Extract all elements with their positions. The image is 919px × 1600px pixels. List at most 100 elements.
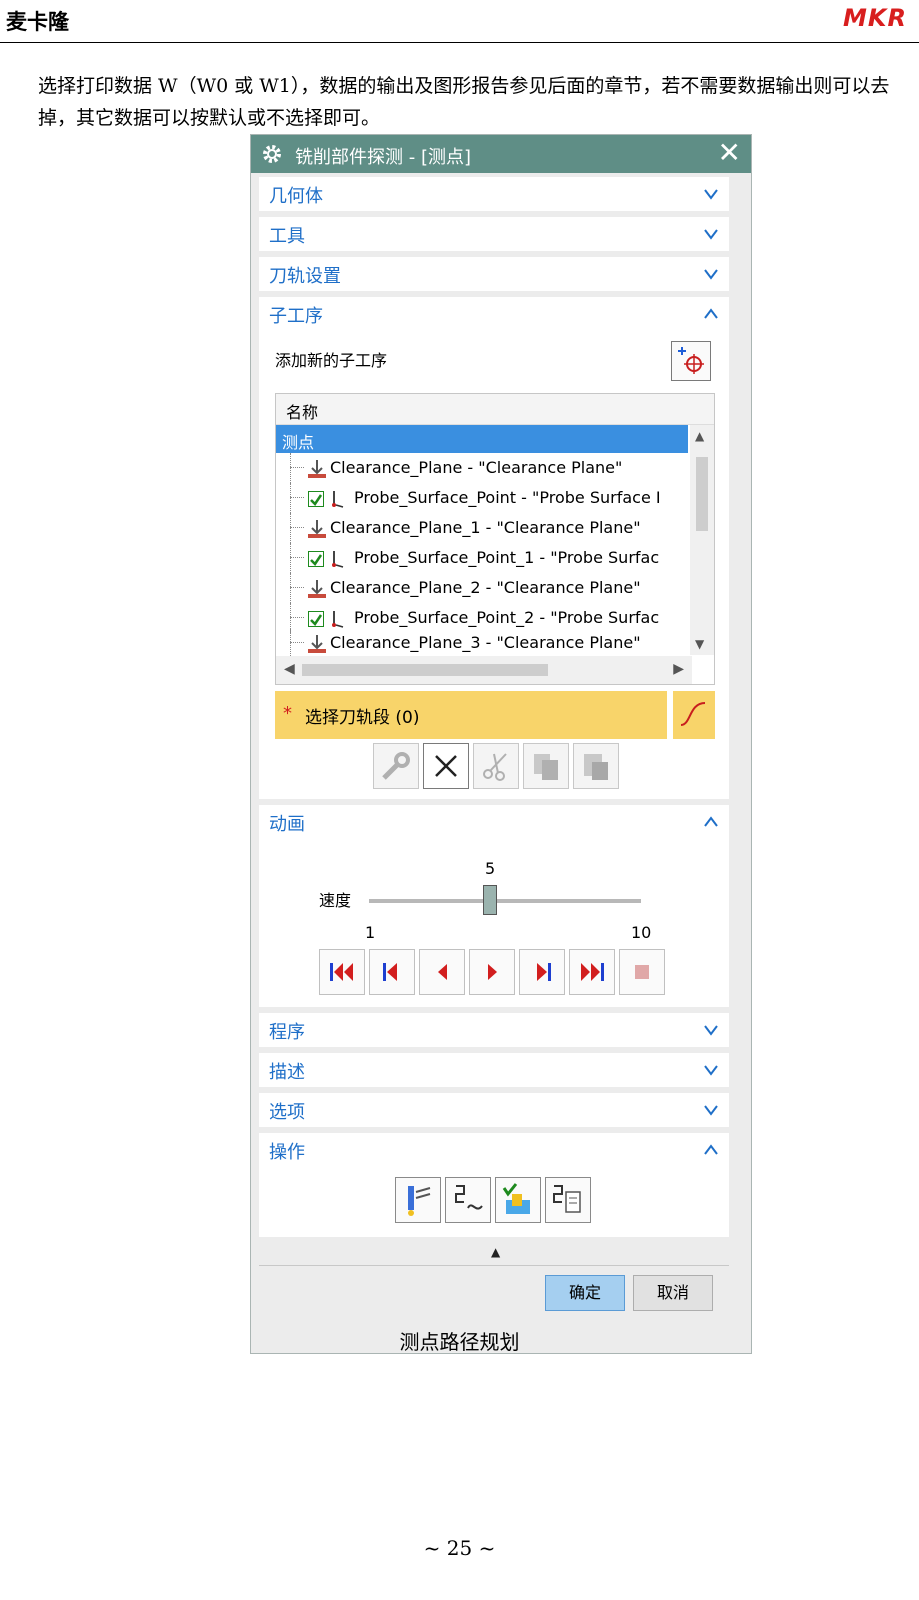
header-title: 麦卡隆 <box>6 9 69 34</box>
tree-root-item[interactable]: 测点 <box>276 425 688 453</box>
tree-row[interactable]: Clearance_Plane - "Clearance Plane" <box>276 453 688 483</box>
paste-button[interactable] <box>573 743 619 789</box>
speed-slider-track[interactable] <box>369 899 641 903</box>
required-marker: * <box>283 703 292 724</box>
scroll-right-icon[interactable]: ▶ <box>673 661 684 677</box>
chevron-down-icon <box>704 269 718 280</box>
scroll-down-icon[interactable]: ▼ <box>695 637 704 651</box>
tree-row[interactable]: Clearance_Plane_3 - "Clearance Plane" <box>276 628 688 658</box>
tree-row[interactable]: Probe_Surface_Point_1 - "Probe Surfac <box>276 543 688 573</box>
section-actions: 操作 <box>259 1133 729 1237</box>
section-label: 选项 <box>269 1102 305 1123</box>
checkbox-icon[interactable] <box>308 551 324 567</box>
cancel-button[interactable]: 取消 <box>633 1275 713 1311</box>
chevron-down-icon <box>704 189 718 200</box>
section-header[interactable]: 动画 <box>259 805 729 839</box>
play-icon <box>488 964 497 980</box>
cut-button[interactable] <box>473 743 519 789</box>
add-suboperation-icon <box>678 347 704 374</box>
section-path-settings[interactable]: 刀轨设置 <box>259 257 729 291</box>
intro-paragraph: 选择打印数据 W（W0 或 W1），数据的输出及图形报告参见后面的章节，若不需要… <box>38 75 890 129</box>
section-label: 描述 <box>269 1062 305 1083</box>
chevron-up-icon <box>704 816 718 827</box>
scroll-up-icon[interactable]: ▲ <box>695 429 704 443</box>
scroll-left-icon[interactable]: ◀ <box>284 661 295 677</box>
clearance-plane-icon <box>308 580 326 598</box>
expand-toggle-icon[interactable]: ▲ <box>491 1245 500 1259</box>
horizontal-scrollbar[interactable]: ◀ ▶ <box>276 656 692 684</box>
speed-slider-thumb[interactable] <box>483 885 497 915</box>
next-step-icon <box>537 963 551 981</box>
checkbox-icon[interactable] <box>308 491 324 507</box>
list-icon <box>553 1185 581 1213</box>
chevron-up-icon <box>704 308 718 319</box>
delete-icon <box>435 755 457 777</box>
copy-button[interactable] <box>523 743 569 789</box>
probe-icon <box>332 491 344 508</box>
section-label: 几何体 <box>269 186 323 207</box>
chevron-down-icon <box>704 229 718 240</box>
prev-step-icon <box>383 963 397 981</box>
reverse-icon <box>438 964 447 980</box>
add-suboperation-label: 添加新的子工序 <box>275 351 388 370</box>
reverse-button[interactable] <box>419 949 465 995</box>
checkbox-icon[interactable] <box>308 611 324 627</box>
chevron-down-icon <box>704 1065 718 1076</box>
play-button[interactable] <box>469 949 515 995</box>
section-description[interactable]: 描述 <box>259 1053 729 1087</box>
section-label: 程序 <box>269 1022 305 1043</box>
wrench-icon <box>382 752 410 780</box>
select-path-segment[interactable]: * 选择刀轨段 (0) <box>275 691 667 739</box>
vertical-scrollbar[interactable]: ▲ ▼ <box>690 425 714 655</box>
section-label: 动画 <box>269 814 305 835</box>
dialog-title: 铣削部件探测 - [测点] <box>295 147 471 168</box>
chevron-down-icon <box>704 1025 718 1036</box>
verify-icon <box>502 1183 530 1214</box>
add-suboperation-button[interactable] <box>671 341 711 381</box>
first-icon <box>330 963 353 981</box>
section-tool[interactable]: 工具 <box>259 217 729 251</box>
edit-button[interactable] <box>373 743 419 789</box>
dialog-titlebar: 铣削部件探测 - [测点] ✕ <box>251 135 751 173</box>
suboperation-tree: 名称 测点 Clearance_Plane - "Clearance Plane… <box>275 393 715 685</box>
gear-icon <box>263 145 281 163</box>
clearance-plane-icon <box>308 635 326 653</box>
curve-select-button[interactable] <box>671 691 715 739</box>
tree-row[interactable]: Clearance_Plane_1 - "Clearance Plane" <box>276 513 688 543</box>
clearance-plane-icon <box>308 520 326 538</box>
section-geometry[interactable]: 几何体 <box>259 177 729 211</box>
close-icon[interactable]: ✕ <box>718 138 741 168</box>
next-step-button[interactable] <box>519 949 565 995</box>
footer-divider <box>259 1265 729 1266</box>
paste-icon <box>584 754 608 780</box>
last-button[interactable] <box>569 949 615 995</box>
cut-icon <box>483 753 507 781</box>
figure-caption: 测点路径规划 <box>399 1330 520 1354</box>
select-path-segment-label: 选择刀轨段 (0) <box>305 708 420 728</box>
section-header[interactable]: 子工序 <box>259 297 729 331</box>
first-button[interactable] <box>319 949 365 995</box>
section-label: 子工序 <box>269 306 323 327</box>
verify-button[interactable] <box>495 1177 541 1223</box>
stop-button[interactable] <box>619 949 665 995</box>
section-options[interactable]: 选项 <box>259 1093 729 1127</box>
tree-row[interactable]: Clearance_Plane_2 - "Clearance Plane" <box>276 573 688 603</box>
tree-column-header[interactable]: 名称 <box>276 394 714 425</box>
replay-button[interactable] <box>445 1177 491 1223</box>
section-label: 刀轨设置 <box>269 266 341 287</box>
chevron-down-icon <box>704 1105 718 1116</box>
section-program[interactable]: 程序 <box>259 1013 729 1047</box>
chevron-up-icon <box>704 1144 718 1155</box>
prev-step-button[interactable] <box>369 949 415 995</box>
speed-value: 5 <box>485 859 496 878</box>
ok-button[interactable]: 确定 <box>545 1275 625 1311</box>
delete-button[interactable] <box>423 743 469 789</box>
page-number: ~ 25 ~ <box>423 1536 496 1560</box>
section-header[interactable]: 操作 <box>259 1133 729 1167</box>
page-header: 麦卡隆 MKR <box>0 0 919 43</box>
speed-max: 10 <box>631 923 652 942</box>
probe-icon <box>332 551 344 568</box>
generate-button[interactable] <box>395 1177 441 1223</box>
list-button[interactable] <box>545 1177 591 1223</box>
tree-row[interactable]: Probe_Surface_Point - "Probe Surface I <box>276 483 688 513</box>
